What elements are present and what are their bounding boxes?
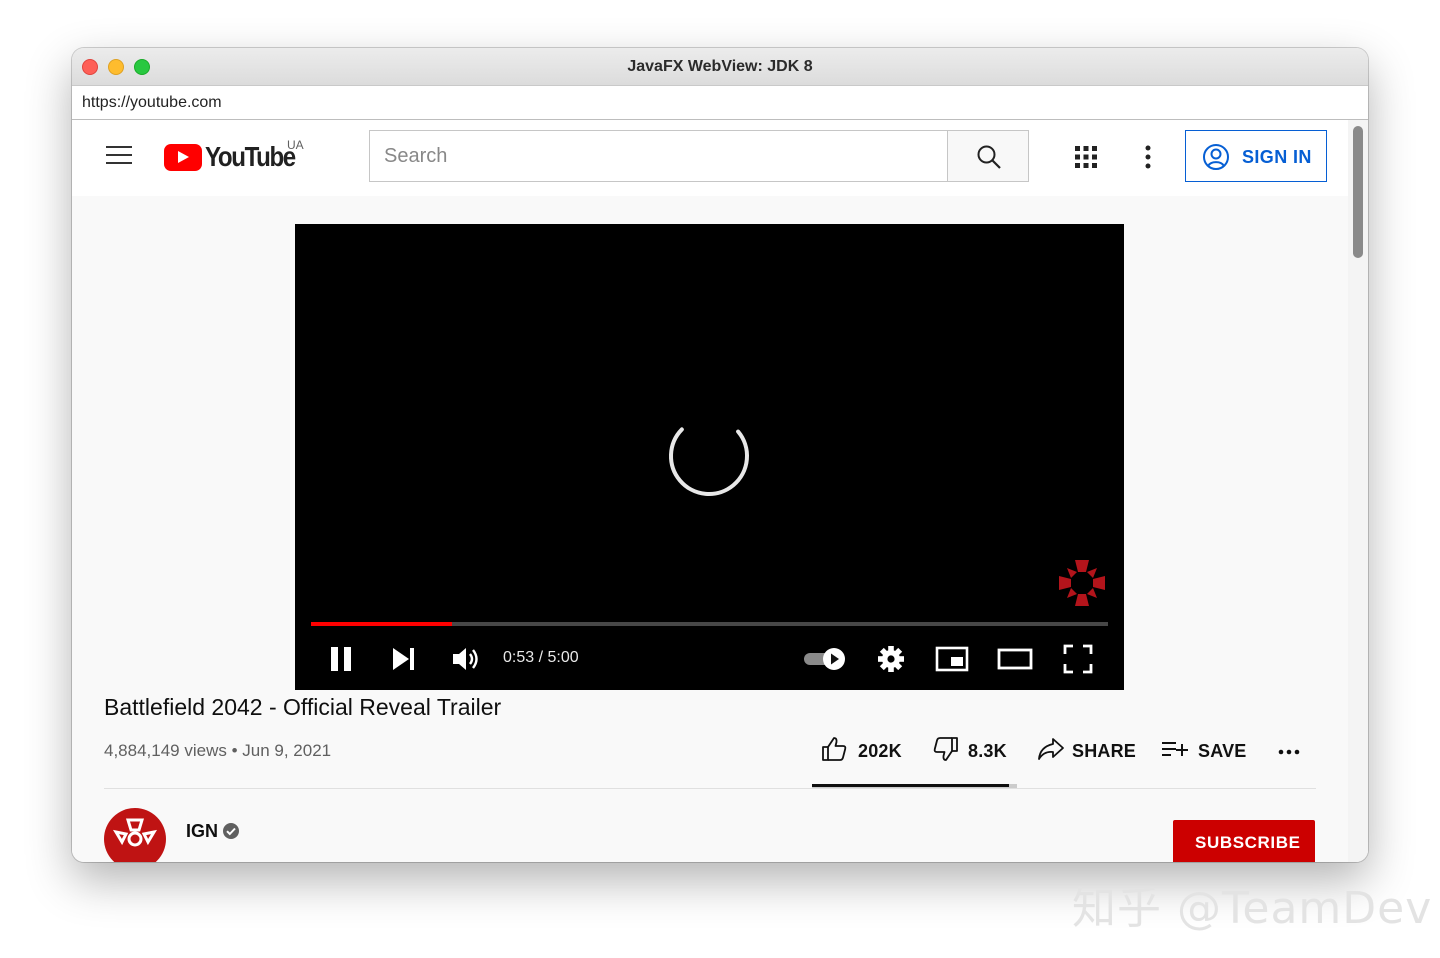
more-vertical-icon	[1145, 145, 1151, 169]
seek-bar[interactable]	[311, 622, 1108, 626]
like-count: 202K	[858, 741, 902, 761]
title-bar[interactable]: JavaFX WebView: JDK 8	[72, 48, 1368, 86]
seek-bar-played	[311, 622, 453, 626]
apps-grid-icon	[1075, 146, 1097, 168]
settings-button[interactable]	[877, 642, 905, 676]
account-icon	[1203, 144, 1229, 170]
save-button[interactable]: SAVE	[1160, 726, 1250, 772]
section-divider	[104, 788, 1316, 789]
video-view-count-date: 4,884,149 views • Jun 9, 2021	[104, 741, 332, 760]
skip-next-icon	[393, 648, 414, 670]
site-watermark: 知乎 @TeamDev	[1072, 883, 1433, 934]
share-button[interactable]: SHARE	[1036, 726, 1136, 772]
theater-mode-icon	[997, 648, 1033, 670]
next-button[interactable]	[391, 642, 417, 676]
subscribe-button[interactable]: SUBSCRIBE	[1173, 820, 1315, 862]
sentiment-bar-likes	[812, 784, 1009, 787]
video-player[interactable]: 0:53 / 5:00	[295, 224, 1124, 690]
subscribe-label: SUBSCRIBE	[1195, 833, 1301, 852]
dislike-button[interactable]: 8.3K	[932, 726, 1010, 772]
menu-bar-line	[106, 162, 132, 164]
time-display: 0:53 / 5:00	[503, 649, 579, 666]
fullscreen-icon	[1063, 644, 1093, 674]
address-bar	[72, 86, 1368, 120]
channel-name[interactable]: IGN	[186, 821, 218, 842]
miniplayer-icon	[935, 646, 969, 672]
search-button[interactable]	[947, 130, 1029, 182]
web-page: YouTube UA Search SIGN IN 0:53 / 5:00 Ba…	[72, 120, 1368, 862]
browser-window: JavaFX WebView: JDK 8 YouTube UA	[72, 48, 1368, 862]
channel-avatar[interactable]	[104, 808, 166, 862]
window-title: JavaFX WebView: JDK 8	[627, 58, 813, 75]
apps-grid-button[interactable]	[1072, 143, 1100, 171]
country-code: UA	[287, 138, 304, 152]
more-actions-button[interactable]	[1276, 726, 1304, 772]
miniplayer-button[interactable]	[935, 642, 969, 676]
settings-more-button[interactable]	[1134, 142, 1162, 172]
fullscreen-button[interactable]	[1063, 642, 1093, 676]
share-label: SHARE	[1072, 741, 1137, 761]
sign-in-label: SIGN IN	[1242, 147, 1312, 167]
search-input[interactable]	[370, 131, 947, 181]
dislike-count: 8.3K	[968, 741, 1007, 761]
autoplay-toggle[interactable]	[803, 642, 847, 676]
ign-watermark-icon	[1059, 560, 1105, 606]
logo-wordmark: YouTube	[205, 141, 296, 172]
more-horizontal-icon	[1278, 749, 1300, 755]
video-title: Battlefield 2042 - Official Reveal Trail…	[104, 694, 502, 720]
url-input[interactable]	[82, 92, 1352, 114]
verified-badge-icon	[223, 823, 239, 839]
search-box	[369, 130, 948, 182]
search-icon	[977, 145, 1001, 169]
menu-bar-line	[106, 146, 132, 148]
pause-icon	[331, 647, 351, 671]
mute-button[interactable]	[451, 642, 481, 676]
scrollbar-thumb[interactable]	[1353, 126, 1363, 258]
guide-menu-button[interactable]	[106, 144, 132, 166]
page-scrollbar[interactable]	[1348, 120, 1368, 862]
theater-mode-button[interactable]	[997, 642, 1033, 676]
ign-logo-icon	[112, 818, 158, 847]
volume-icon	[453, 648, 478, 670]
youtube-play-icon	[164, 144, 202, 171]
share-icon	[1038, 738, 1064, 760]
like-button[interactable]: 202K	[820, 726, 906, 772]
menu-bar-line	[106, 154, 132, 156]
thumbs-down-icon	[933, 737, 958, 761]
youtube-masthead: YouTube UA Search SIGN IN	[72, 120, 1348, 196]
gear-icon	[878, 646, 904, 672]
youtube-logo[interactable]: YouTube UA	[164, 138, 314, 176]
pause-button[interactable]	[329, 642, 355, 676]
sign-in-button[interactable]: SIGN IN	[1185, 130, 1327, 182]
playlist-add-icon	[1162, 742, 1188, 756]
autoplay-toggle-icon	[804, 648, 845, 670]
save-label: SAVE	[1198, 741, 1247, 761]
loading-spinner-icon	[669, 416, 749, 496]
thumbs-up-icon	[822, 737, 847, 761]
